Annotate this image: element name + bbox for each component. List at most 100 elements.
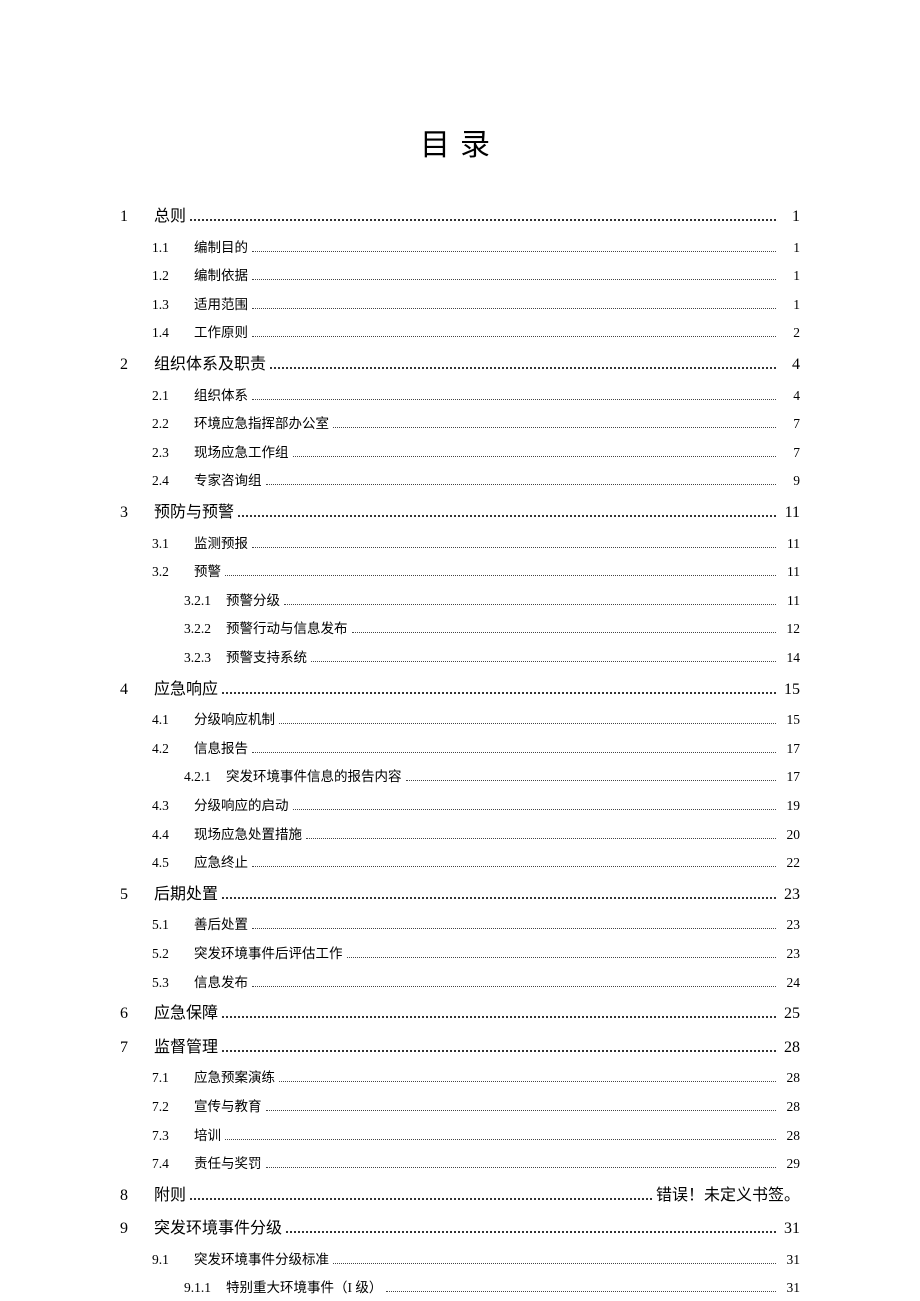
toc-entry-text: 责任与奖罚 [194, 1153, 262, 1175]
toc-entry-number: 5.2 [152, 943, 184, 965]
toc-leader-dots [222, 1015, 776, 1018]
toc-leader-dots [252, 278, 776, 280]
toc-entry-number: 3.2.2 [184, 618, 216, 640]
toc-entry-page: 11 [780, 590, 800, 612]
toc-entry-page: 31 [780, 1249, 800, 1271]
toc-entry[interactable]: 4.1分级响应机制15 [120, 709, 800, 731]
table-of-contents: 1总则11.1编制目的11.2编制依据11.3适用范围11.4工作原则22组织体… [120, 204, 800, 1299]
toc-entry[interactable]: 3.2.2预警行动与信息发布12 [120, 618, 800, 640]
toc-entry-text: 培训 [194, 1125, 221, 1147]
toc-entry[interactable]: 5.3信息发布24 [120, 972, 800, 994]
toc-leader-dots [270, 366, 776, 369]
toc-entry-page: 23 [780, 943, 800, 965]
toc-entry-page: 9 [780, 470, 800, 492]
toc-entry-number: 7 [120, 1035, 144, 1061]
toc-entry-text: 突发环境事件信息的报告内容 [226, 766, 402, 788]
toc-leader-dots [293, 808, 777, 810]
toc-entry-number: 2 [120, 352, 144, 378]
toc-entry-page: 25 [780, 1001, 800, 1027]
toc-entry[interactable]: 3.2.1预警分级11 [120, 590, 800, 612]
toc-entry[interactable]: 8附则错误！未定义书签。 [120, 1183, 800, 1209]
toc-entry-number: 1.1 [152, 237, 184, 259]
toc-entry[interactable]: 1.2编制依据1 [120, 265, 800, 287]
toc-entry[interactable]: 3预防与预警11 [120, 500, 800, 526]
toc-entry-number: 4.2 [152, 738, 184, 760]
toc-leader-dots [225, 1138, 776, 1140]
toc-entry-text: 环境应急指挥部办公室 [194, 413, 329, 435]
toc-leader-dots [252, 307, 776, 309]
toc-entry-text: 应急保障 [154, 1001, 218, 1027]
toc-leader-dots [266, 1109, 777, 1111]
toc-entry-text: 突发环境事件分级 [154, 1216, 282, 1242]
toc-entry[interactable]: 3.2预警11 [120, 561, 800, 583]
toc-entry[interactable]: 1.3适用范围1 [120, 294, 800, 316]
toc-entry[interactable]: 9突发环境事件分级31 [120, 1216, 800, 1242]
toc-entry-page: 28 [780, 1035, 800, 1061]
toc-entry-text: 应急响应 [154, 677, 218, 703]
toc-entry-number: 1.4 [152, 322, 184, 344]
toc-entry[interactable]: 2.1组织体系4 [120, 385, 800, 407]
toc-leader-dots [306, 837, 776, 839]
toc-entry[interactable]: 4.5应急终止22 [120, 852, 800, 874]
toc-leader-dots [286, 1230, 776, 1233]
toc-leader-dots [333, 426, 776, 428]
toc-entry-text: 宣传与教育 [194, 1096, 262, 1118]
toc-entry-text: 预防与预警 [154, 500, 234, 526]
toc-leader-dots [222, 896, 776, 899]
toc-entry-text: 组织体系 [194, 385, 248, 407]
toc-entry[interactable]: 1.4 工作原则 2 [120, 322, 800, 344]
toc-entry-number: 3.2 [152, 561, 184, 583]
toc-entry-page: 15 [780, 677, 800, 703]
toc-entry[interactable]: 4.2信息报告17 [120, 738, 800, 760]
toc-entry[interactable]: 9.1突发环境事件分级标准31 [120, 1249, 800, 1271]
toc-entry-text: 工作原则 [194, 322, 248, 344]
toc-entry[interactable]: 1.1编制目的1 [120, 237, 800, 259]
toc-entry-number: 7.2 [152, 1096, 184, 1118]
toc-leader-dots [386, 1290, 776, 1292]
toc-entry[interactable]: 1总则1 [120, 204, 800, 230]
toc-leader-dots [347, 956, 777, 958]
toc-entry-number: 1.2 [152, 265, 184, 287]
toc-entry[interactable]: 2组织体系及职责4 [120, 352, 800, 378]
toc-entry-page: 7 [780, 413, 800, 435]
toc-entry[interactable]: 4应急响应15 [120, 677, 800, 703]
toc-leader-dots [252, 335, 776, 337]
toc-entry-page: 17 [780, 738, 800, 760]
toc-entry[interactable]: 4.3分级响应的启动19 [120, 795, 800, 817]
toc-entry-number: 5.1 [152, 914, 184, 936]
toc-entry-number: 2.2 [152, 413, 184, 435]
toc-leader-dots [406, 779, 777, 781]
toc-entry[interactable]: 5后期处置23 [120, 882, 800, 908]
toc-entry-page: 19 [780, 795, 800, 817]
toc-entry[interactable]: 7 监督管理 28 [120, 1035, 800, 1061]
toc-entry[interactable]: 7.2宣传与教育28 [120, 1096, 800, 1118]
toc-entry[interactable]: 2.2 环境应急指挥部办公室 7 [120, 413, 800, 435]
toc-entry-number: 5 [120, 882, 144, 908]
toc-entry[interactable]: 5.1善后处置23 [120, 914, 800, 936]
toc-leader-dots [279, 1080, 776, 1082]
toc-entry-text: 应急预案演练 [194, 1067, 275, 1089]
toc-entry[interactable]: 7.1应急预案演练28 [120, 1067, 800, 1089]
toc-entry[interactable]: 2.3现场应急工作组7 [120, 442, 800, 464]
toc-entry[interactable]: 2.4专家咨询组9 [120, 470, 800, 492]
toc-entry[interactable]: 5.2突发环境事件后评估工作23 [120, 943, 800, 965]
toc-entry-number: 1.3 [152, 294, 184, 316]
toc-entry[interactable]: 4.2.1突发环境事件信息的报告内容17 [120, 766, 800, 788]
toc-leader-dots [222, 1049, 776, 1052]
toc-entry-number: 3.2.3 [184, 647, 216, 669]
toc-entry[interactable]: 4.4现场应急处置措施20 [120, 824, 800, 846]
toc-entry[interactable]: 7.4责任与奖罚29 [120, 1153, 800, 1175]
toc-entry-page: 2 [780, 322, 800, 344]
toc-entry[interactable]: 3.2.3预警支持系统14 [120, 647, 800, 669]
toc-entry[interactable]: 6应急保障25 [120, 1001, 800, 1027]
toc-entry-number: 9 [120, 1216, 144, 1242]
toc-entry[interactable]: 7.3培训28 [120, 1125, 800, 1147]
toc-entry-page: 1 [780, 204, 800, 230]
toc-entry-page: 错误！未定义书签。 [656, 1183, 800, 1209]
toc-entry[interactable]: 9.1.1特别重大环境事件（I 级）31 [120, 1277, 800, 1299]
toc-entry[interactable]: 3.1监测预报11 [120, 533, 800, 555]
toc-leader-dots [352, 631, 777, 633]
toc-leader-dots [333, 1262, 776, 1264]
toc-entry-text: 监督管理 [154, 1035, 218, 1061]
toc-entry-page: 31 [780, 1277, 800, 1299]
